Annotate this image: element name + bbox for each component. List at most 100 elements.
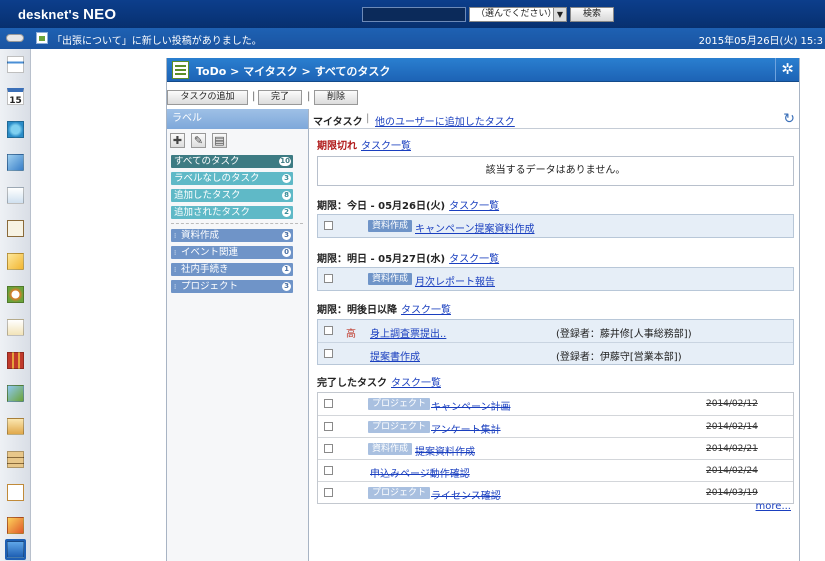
app-logo[interactable]: desknet's NEO <box>18 6 116 23</box>
task-content: マイタスク | 他のユーザーに追加したタスク ↻ 期限切れ タスク一覧 該当するデ… <box>309 109 799 561</box>
label-pane-title: ラベル <box>167 109 308 129</box>
task-link[interactable]: 月次レポート報告 <box>415 273 495 288</box>
add-label-icon[interactable]: ✚ <box>170 133 185 148</box>
notice-message[interactable]: 「出張について」に新しい投稿がありました。 <box>52 32 262 47</box>
task-checkbox[interactable] <box>324 274 333 283</box>
portal-icon[interactable] <box>5 54 26 75</box>
task-label-badge: 資料作成 <box>368 273 413 285</box>
form-icon[interactable] <box>5 317 26 338</box>
memo-icon[interactable] <box>5 251 26 272</box>
clipboard-icon[interactable] <box>5 218 26 239</box>
label-unlabeled-tasks[interactable]: ラベルなしのタスク 3 <box>171 172 293 185</box>
trash-icon[interactable]: ▤ <box>212 133 227 148</box>
neo-icon[interactable] <box>5 539 26 560</box>
delete-button[interactable]: 削除 <box>314 90 358 105</box>
notice-bar: 「出張について」に新しい投稿がありました。 2015年05月26日(火) 15:… <box>0 28 825 49</box>
chevron-down-icon: ▼ <box>553 8 566 21</box>
task-label-badge: 資料作成 <box>368 443 413 455</box>
app-dock: 15 <box>0 49 31 561</box>
label-custom-item[interactable]: ⁞ 資料作成 3 <box>171 229 293 242</box>
drag-handle-icon[interactable]: ⁞ <box>174 247 179 260</box>
task-label-badge: プロジェクト <box>368 398 431 410</box>
task-checkbox[interactable] <box>324 399 333 408</box>
dock-toggle-button[interactable] <box>6 34 24 42</box>
label-count: 8 <box>282 191 291 200</box>
empty-message: 該当するデータはありません。 <box>317 156 794 186</box>
task-link[interactable]: キャンペーン提案資料作成 <box>415 220 535 235</box>
edit-label-icon[interactable]: ✎ <box>191 133 206 148</box>
gear-icon[interactable]: ✲ <box>775 58 799 81</box>
label-added-tasks[interactable]: 追加したタスク 8 <box>171 189 293 202</box>
warning-icon[interactable] <box>5 515 26 536</box>
task-list-link[interactable]: タスク一覧 <box>449 254 499 265</box>
task-link[interactable]: アンケート集計 <box>431 421 501 436</box>
task-checkbox[interactable] <box>324 422 333 431</box>
complete-button[interactable]: 完了 <box>258 90 302 105</box>
drag-handle-icon[interactable]: ⁞ <box>174 264 179 277</box>
task-list-link[interactable]: タスク一覧 <box>361 141 411 152</box>
completed-date: 2014/02/21 <box>706 444 758 454</box>
toolbar-separator: | <box>307 91 311 102</box>
task-tabs: マイタスク | 他のユーザーに追加したタスク ↻ <box>309 109 799 129</box>
task-link[interactable]: 身上調査票提出.. <box>370 325 446 340</box>
task-row: 高 身上調査票提出.. (登録者：藤井修[人事総務部]) <box>318 320 793 342</box>
task-row: 資料作成 月次レポート報告 <box>318 268 793 290</box>
book-icon[interactable] <box>5 350 26 371</box>
section-overdue: 期限切れ タスク一覧 <box>317 141 411 152</box>
calendar-icon[interactable]: 15 <box>5 86 26 107</box>
label-assigned-tasks[interactable]: 追加されたタスク 2 <box>171 206 293 219</box>
task-checkbox[interactable] <box>324 444 333 453</box>
priority-high: 高 <box>346 329 356 340</box>
label-all-tasks[interactable]: すべてのタスク 10 <box>171 155 293 168</box>
task-link[interactable]: 提案資料作成 <box>415 443 475 458</box>
search-target-select[interactable]: （選んでください） ▼ <box>469 7 567 22</box>
current-datetime: 2015年05月26日(火) 15:3 <box>698 36 823 47</box>
task-list-done: プロジェクト キャンペーン計画 2014/02/12 プロジェクト アンケート集… <box>317 392 794 504</box>
logo-text: desknet's <box>18 7 80 22</box>
refresh-icon[interactable]: ↻ <box>783 111 795 127</box>
task-link[interactable]: 申込みページ動作確認 <box>370 465 470 480</box>
todo-panel: ToDo > マイタスク > すべてのタスク ✲ タスクの追加 | 完了 | 削… <box>166 58 800 561</box>
contact-icon[interactable] <box>5 416 26 437</box>
search-button[interactable]: 検索 <box>570 7 614 22</box>
label-custom-item[interactable]: ⁞ イベント関連 0 <box>171 246 293 259</box>
section-tomorrow: 期限：明日 - 05月27日(水) タスク一覧 <box>317 254 500 265</box>
label-custom-item[interactable]: ⁞ プロジェクト 3 <box>171 280 293 293</box>
sync-icon[interactable] <box>5 284 26 305</box>
task-link[interactable]: ライセンス確認 <box>431 487 501 502</box>
notebook-icon[interactable] <box>5 482 26 503</box>
task-row: 申込みページ動作確認 2014/02/24 <box>318 459 793 481</box>
message-icon[interactable] <box>5 152 26 173</box>
tab-others-tasks[interactable]: 他のユーザーに追加したタスク <box>375 113 515 128</box>
task-list-today: 資料作成 キャンペーン提案資料作成 <box>317 214 794 238</box>
task-list-tomorrow: 資料作成 月次レポート報告 <box>317 267 794 291</box>
task-link[interactable]: 提案書作成 <box>370 348 420 363</box>
address-book-icon[interactable] <box>5 383 26 404</box>
drag-handle-icon[interactable]: ⁞ <box>174 281 179 294</box>
completed-date: 2014/02/12 <box>706 399 758 409</box>
task-registrant: (登録者：伊藤守[営業本部]) <box>556 352 682 363</box>
task-checkbox[interactable] <box>324 466 333 475</box>
task-checkbox[interactable] <box>324 488 333 497</box>
drag-handle-icon[interactable]: ⁞ <box>174 230 179 243</box>
workflow-icon[interactable] <box>5 185 26 206</box>
task-checkbox[interactable] <box>324 349 333 358</box>
label-custom-item[interactable]: ⁞ 社内手続き 1 <box>171 263 293 276</box>
task-checkbox[interactable] <box>324 221 333 230</box>
mail-icon[interactable] <box>5 119 26 140</box>
add-task-button[interactable]: タスクの追加 <box>167 90 248 105</box>
task-list-link[interactable]: タスク一覧 <box>401 305 451 316</box>
more-link[interactable]: more... <box>756 501 791 512</box>
task-list-link[interactable]: タスク一覧 <box>449 201 499 212</box>
label-pane: ラベル ✚ ✎ ▤ すべてのタスク 10 ラベルなしのタスク 3 追加したタスク… <box>167 109 309 561</box>
task-row: プロジェクト キャンペーン計画 2014/02/12 <box>318 393 793 415</box>
search-input[interactable] <box>362 7 466 22</box>
task-list-link[interactable]: タスク一覧 <box>391 378 441 389</box>
cabinet-icon[interactable] <box>5 449 26 470</box>
task-checkbox[interactable] <box>324 326 333 335</box>
tab-my-tasks[interactable]: マイタスク <box>313 113 363 128</box>
todo-icon <box>172 61 189 79</box>
task-link[interactable]: キャンペーン計画 <box>431 398 511 413</box>
panel-title-bar: ToDo > マイタスク > すべてのタスク ✲ <box>167 58 799 82</box>
logo-neo-text: NEO <box>83 6 117 23</box>
